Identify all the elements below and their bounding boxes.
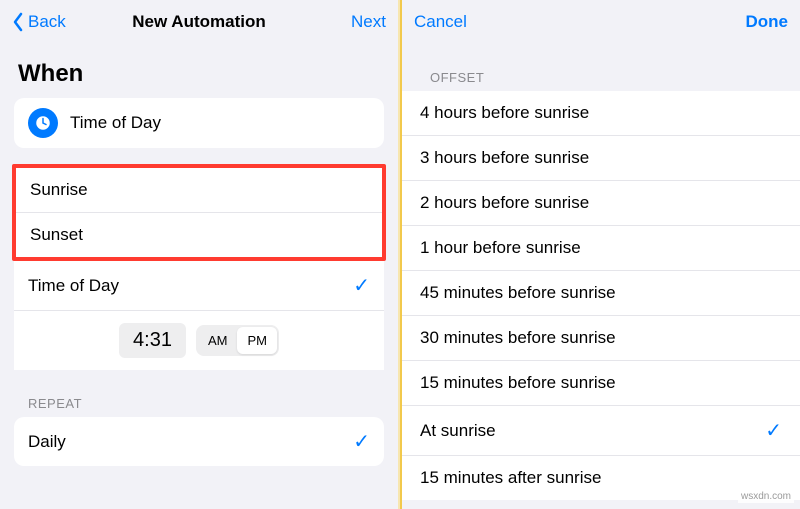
option-time-of-day-label: Time of Day [28, 276, 353, 296]
next-button[interactable]: Next [351, 12, 386, 32]
automation-when-panel: Back New Automation Next When Time of Da… [0, 0, 398, 509]
offset-list: 4 hours before sunrise 3 hours before sun… [402, 91, 800, 500]
check-icon: ✓ [353, 429, 370, 454]
page-title: New Automation [132, 12, 265, 32]
offset-option[interactable]: 4 hours before sunrise [402, 91, 800, 135]
clock-icon [28, 108, 58, 138]
when-heading: When [0, 44, 398, 98]
time-readout[interactable]: 4:31 [119, 323, 186, 358]
cancel-label: Cancel [414, 12, 467, 32]
cancel-button[interactable]: Cancel [414, 12, 467, 32]
chevron-left-icon [12, 12, 24, 32]
offset-option-label: 15 minutes after sunrise [420, 468, 782, 488]
repeat-daily[interactable]: Daily ✓ [14, 417, 384, 466]
pm-segment[interactable]: PM [237, 327, 277, 354]
time-of-day-summary-card[interactable]: Time of Day [14, 98, 384, 148]
offset-option[interactable]: 15 minutes before sunrise [402, 360, 800, 405]
offset-header: OFFSET [402, 44, 800, 91]
offset-option-label: At sunrise [420, 421, 765, 441]
time-of-day-summary-label: Time of Day [70, 113, 370, 133]
repeat-header: REPEAT [0, 370, 398, 417]
ampm-toggle[interactable]: AM PM [196, 325, 279, 356]
offset-option[interactable]: 45 minutes before sunrise [402, 270, 800, 315]
offset-option[interactable]: 2 hours before sunrise [402, 180, 800, 225]
am-segment[interactable]: AM [198, 327, 238, 354]
offset-panel: Cancel Done OFFSET 4 hours before sunris… [402, 0, 800, 509]
offset-option-label: 3 hours before sunrise [420, 148, 782, 168]
option-sunrise[interactable]: Sunrise [16, 168, 382, 212]
offset-option-label: 2 hours before sunrise [420, 193, 782, 213]
time-of-day-card: Time of Day ✓ 4:31 AM PM [14, 261, 384, 370]
offset-option-label: 45 minutes before sunrise [420, 283, 782, 303]
offset-option[interactable]: 1 hour before sunrise [402, 225, 800, 270]
option-sunset[interactable]: Sunset [16, 212, 382, 257]
sun-options-highlight: Sunrise Sunset [12, 164, 386, 261]
offset-option[interactable]: 30 minutes before sunrise [402, 315, 800, 360]
repeat-card: Daily ✓ [14, 417, 384, 466]
next-label: Next [351, 12, 386, 32]
repeat-daily-label: Daily [28, 432, 353, 452]
done-button[interactable]: Done [746, 12, 789, 32]
option-time-of-day[interactable]: Time of Day ✓ [14, 261, 384, 310]
done-label: Done [746, 12, 789, 32]
time-picker: 4:31 AM PM [14, 310, 384, 370]
navbar-right: Cancel Done [402, 0, 800, 44]
offset-option-label: 15 minutes before sunrise [420, 373, 782, 393]
check-icon: ✓ [765, 418, 782, 443]
offset-option-label: 30 minutes before sunrise [420, 328, 782, 348]
navbar-left: Back New Automation Next [0, 0, 398, 44]
offset-option[interactable]: At sunrise✓ [402, 405, 800, 455]
offset-option-label: 4 hours before sunrise [420, 103, 782, 123]
back-label: Back [28, 12, 66, 32]
offset-option[interactable]: 3 hours before sunrise [402, 135, 800, 180]
option-sunrise-label: Sunrise [30, 180, 368, 200]
check-icon: ✓ [353, 273, 370, 298]
option-sunset-label: Sunset [30, 225, 368, 245]
back-button[interactable]: Back [12, 12, 66, 32]
offset-option-label: 1 hour before sunrise [420, 238, 782, 258]
watermark: wsxdn.com [738, 490, 794, 503]
